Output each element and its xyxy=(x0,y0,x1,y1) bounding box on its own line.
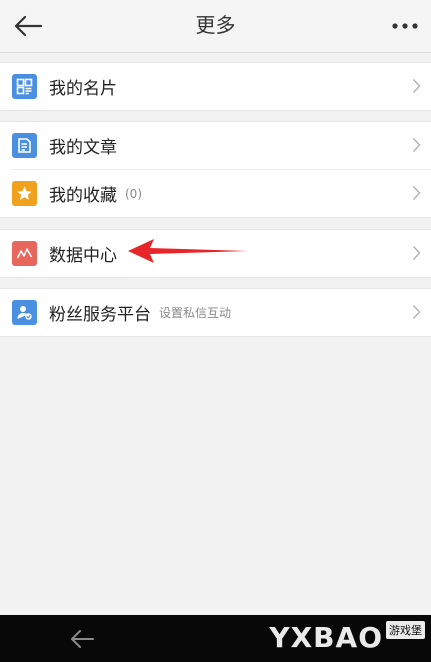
menu-item-label: 粉丝服务平台 xyxy=(49,305,151,325)
menu-item-fans-service[interactable]: 粉丝服务平台 设置私信互动 xyxy=(0,289,431,336)
menu-item-my-card[interactable]: 我的名片 xyxy=(0,63,431,110)
menu-item-label: 我的名片 xyxy=(49,79,117,99)
fans-service-icon xyxy=(12,300,37,325)
menu-group-content: 我的文章 我的收藏 (0) xyxy=(0,121,431,218)
nav-back-button[interactable] xyxy=(62,625,102,653)
menu-group-fans: 粉丝服务平台 设置私信互动 xyxy=(0,288,431,337)
annotation-arrow xyxy=(128,239,248,263)
nav-back-icon xyxy=(71,630,94,648)
star-icon xyxy=(12,181,37,206)
system-nav-bar: YXBAO 游戏堡 xyxy=(0,615,431,662)
chevron-right-icon xyxy=(412,245,421,261)
chevron-right-icon xyxy=(412,304,421,320)
menu-group-profile: 我的名片 xyxy=(0,62,431,111)
menu-item-my-favorites[interactable]: 我的收藏 (0) xyxy=(12,169,431,217)
article-icon xyxy=(12,133,37,158)
chevron-right-icon xyxy=(412,185,421,201)
watermark-logo: YXBAO 游戏堡 xyxy=(269,620,425,654)
top-bar: 更多 xyxy=(0,0,431,53)
menu-item-my-articles[interactable]: 我的文章 xyxy=(0,122,431,169)
chart-icon xyxy=(12,241,37,266)
more-options-button[interactable] xyxy=(387,8,423,44)
card-icon xyxy=(12,74,37,99)
menu-item-label: 我的文章 xyxy=(49,138,117,158)
menu-item-sublabel: 设置私信互动 xyxy=(159,306,232,320)
chevron-right-icon xyxy=(412,137,421,153)
page-title: 更多 xyxy=(195,13,236,37)
chevron-right-icon xyxy=(412,78,421,94)
more-dots-icon xyxy=(392,23,418,29)
menu-item-label: 我的收藏 xyxy=(49,186,117,206)
watermark-tag: 游戏堡 xyxy=(386,620,425,639)
menu-item-label: 数据中心 xyxy=(49,246,117,266)
favorites-count: (0) xyxy=(125,186,142,201)
watermark-text: YXBAO xyxy=(269,621,383,654)
